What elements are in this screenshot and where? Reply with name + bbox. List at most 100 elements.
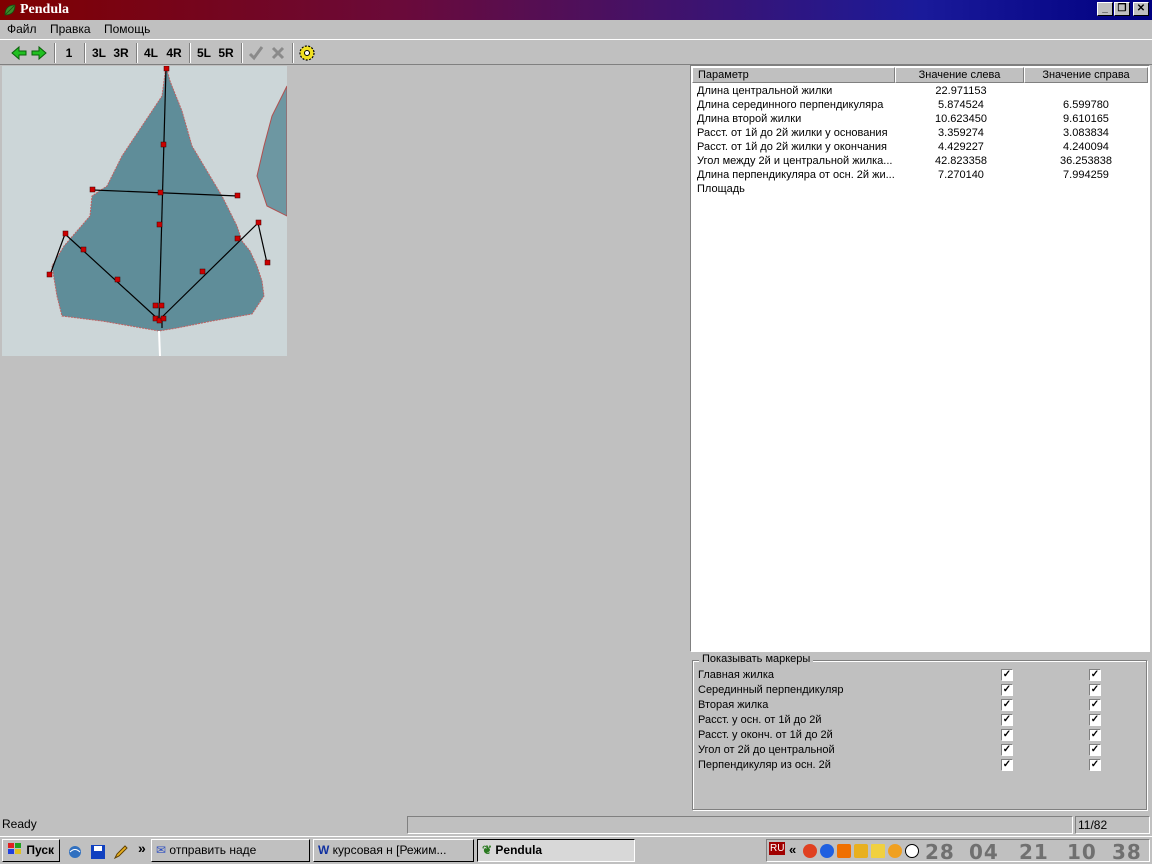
- table-cell: 6.599780: [1063, 99, 1109, 111]
- marker-row: Перпендикуляр из осн. 2й ✓ ✓: [698, 758, 1148, 773]
- task-label: Pendula: [495, 843, 543, 857]
- table-row[interactable]: Площадь: [692, 182, 1148, 196]
- clock-day: 28: [925, 840, 955, 864]
- pencil-icon[interactable]: [113, 844, 129, 860]
- leaf-image-panel[interactable]: [2, 66, 287, 356]
- tool-5r[interactable]: 5R: [216, 43, 236, 63]
- opera-icon[interactable]: [803, 844, 817, 858]
- leaf-app-icon: [4, 4, 16, 16]
- marker-row: Расст. у оконч. от 1й до 2й ✓ ✓: [698, 728, 1148, 743]
- table-cell: 5.874524: [938, 99, 984, 111]
- table-cell: 4.429227: [938, 141, 984, 153]
- task-label: отправить наде: [169, 843, 257, 857]
- marker-label: Вторая жилка: [698, 699, 769, 711]
- table-row[interactable]: Длина перпендикуляра от осн. 2й жи... 7.2…: [692, 168, 1148, 182]
- gear-icon[interactable]: [297, 43, 317, 63]
- tool-1[interactable]: 1: [60, 43, 78, 63]
- alarm-icon[interactable]: [905, 844, 919, 858]
- marker-checkbox-left[interactable]: ✓: [1001, 684, 1013, 696]
- marker-label: Главная жилка: [698, 669, 775, 681]
- marker-row: Расст. у осн. от 1й до 2й ✓ ✓: [698, 713, 1148, 728]
- table-row[interactable]: Длина серединного перпендикуляра 5.874524…: [692, 98, 1148, 112]
- task-word[interactable]: W курсовая н [Режим...: [313, 839, 474, 862]
- marker-checkbox-right[interactable]: ✓: [1089, 669, 1101, 681]
- leaf-app-icon: ❦: [482, 843, 493, 857]
- table-cell: 10.623450: [935, 113, 987, 125]
- t-app-icon[interactable]: [837, 844, 851, 858]
- table-cell: Угол между 2й и центральной жилка...: [697, 155, 893, 167]
- tool-4l[interactable]: 4L: [141, 43, 161, 63]
- task-outlook[interactable]: ✉ отправить наде: [151, 839, 310, 862]
- marker-checkbox-right[interactable]: ✓: [1089, 759, 1101, 771]
- minimize-button[interactable]: _: [1097, 2, 1113, 16]
- marker-checkbox-left[interactable]: ✓: [1001, 699, 1013, 711]
- check-icon[interactable]: [247, 43, 265, 63]
- marker-label: Серединный перпендикуляр: [698, 684, 844, 696]
- table-row[interactable]: Расст. от 1й до 2й жилки у окончания 4.42…: [692, 140, 1148, 154]
- marker-checkbox-left[interactable]: ✓: [1001, 669, 1013, 681]
- table-cell: 7.270140: [938, 169, 984, 181]
- close-button[interactable]: ✕: [1133, 2, 1149, 16]
- marker-label: Угол от 2й до центральной: [698, 744, 835, 756]
- marker-checkbox-left[interactable]: ✓: [1001, 714, 1013, 726]
- header-param[interactable]: Параметр: [692, 67, 895, 83]
- tool-3l[interactable]: 3L: [89, 43, 109, 63]
- marker-checkbox-left[interactable]: ✓: [1001, 729, 1013, 741]
- browser-icon[interactable]: [67, 844, 83, 860]
- lightning-icon[interactable]: [820, 844, 834, 858]
- marker-row: Главная жилка ✓ ✓: [698, 668, 1148, 683]
- table-cell: 36.253838: [1060, 155, 1112, 167]
- header-right[interactable]: Значение справа: [1024, 67, 1148, 83]
- leaf-image[interactable]: [2, 66, 287, 356]
- restore-button[interactable]: ❐: [1114, 2, 1130, 16]
- cross-icon[interactable]: [269, 43, 287, 63]
- tool-5l[interactable]: 5L: [194, 43, 214, 63]
- parameters-table[interactable]: Параметр Значение слева Значение справа …: [690, 65, 1150, 652]
- status-page: 11/82: [1075, 816, 1150, 834]
- language-indicator[interactable]: RU: [769, 842, 786, 855]
- pencil-tray-icon[interactable]: [854, 844, 868, 858]
- forward-arrow-icon[interactable]: [30, 43, 48, 63]
- title-bar[interactable]: Pendula _ ❐ ✕: [0, 0, 1152, 20]
- marker-checkbox-right[interactable]: ✓: [1089, 684, 1101, 696]
- menu-edit[interactable]: Правка: [50, 22, 91, 36]
- menu-file[interactable]: Файл: [7, 22, 37, 36]
- clock-month: 04: [969, 840, 999, 864]
- header-left[interactable]: Значение слева: [895, 67, 1024, 83]
- marker-checkbox-left[interactable]: ✓: [1001, 744, 1013, 756]
- tool-4r[interactable]: 4R: [164, 43, 184, 63]
- start-button[interactable]: Пуск: [2, 839, 60, 862]
- table-cell: 3.083834: [1063, 127, 1109, 139]
- quicklaunch-chevron[interactable]: »: [138, 840, 146, 856]
- clock-face-icon[interactable]: [888, 844, 902, 858]
- table-row[interactable]: Угол между 2й и центральной жилка... 42.8…: [692, 154, 1148, 168]
- marker-row: Угол от 2й до центральной ✓ ✓: [698, 743, 1148, 758]
- table-cell: Длина серединного перпендикуляра: [697, 99, 884, 111]
- window-title: Pendula: [20, 2, 70, 17]
- table-cell: Длина перпендикуляра от осн. 2й жи...: [697, 169, 895, 181]
- clock-day-of-week: 21: [1019, 840, 1049, 864]
- status-bar: Ready 11/82: [0, 815, 1152, 835]
- marker-checkbox-right[interactable]: ✓: [1089, 744, 1101, 756]
- tray-chevron[interactable]: «: [789, 842, 796, 857]
- task-pendula[interactable]: ❦ Pendula: [477, 839, 635, 862]
- save-disk-icon[interactable]: [90, 844, 106, 860]
- table-cell: 9.610165: [1063, 113, 1109, 125]
- table-cell: Длина второй жилки: [697, 113, 802, 125]
- marker-checkbox-left[interactable]: ✓: [1001, 759, 1013, 771]
- marker-checkbox-right[interactable]: ✓: [1089, 714, 1101, 726]
- tool-3r[interactable]: 3R: [111, 43, 131, 63]
- table-row[interactable]: Расст. от 1й до 2й жилки у основания 3.35…: [692, 126, 1148, 140]
- menu-help[interactable]: Помощь: [104, 22, 150, 36]
- envelope-icon[interactable]: [871, 844, 885, 858]
- marker-label: Расст. у оконч. от 1й до 2й: [698, 729, 833, 741]
- back-arrow-icon[interactable]: [10, 43, 28, 63]
- start-label: Пуск: [26, 843, 55, 857]
- word-doc-icon: W: [318, 843, 330, 857]
- table-row[interactable]: Длина второй жилки 10.623450 9.610165: [692, 112, 1148, 126]
- marker-checkbox-right[interactable]: ✓: [1089, 699, 1101, 711]
- marker-checkbox-right[interactable]: ✓: [1089, 729, 1101, 741]
- table-row[interactable]: Длина центральной жилки 22.971153: [692, 84, 1148, 98]
- table-cell: 4.240094: [1063, 141, 1109, 153]
- marker-label: Перпендикуляр из осн. 2й: [698, 759, 831, 771]
